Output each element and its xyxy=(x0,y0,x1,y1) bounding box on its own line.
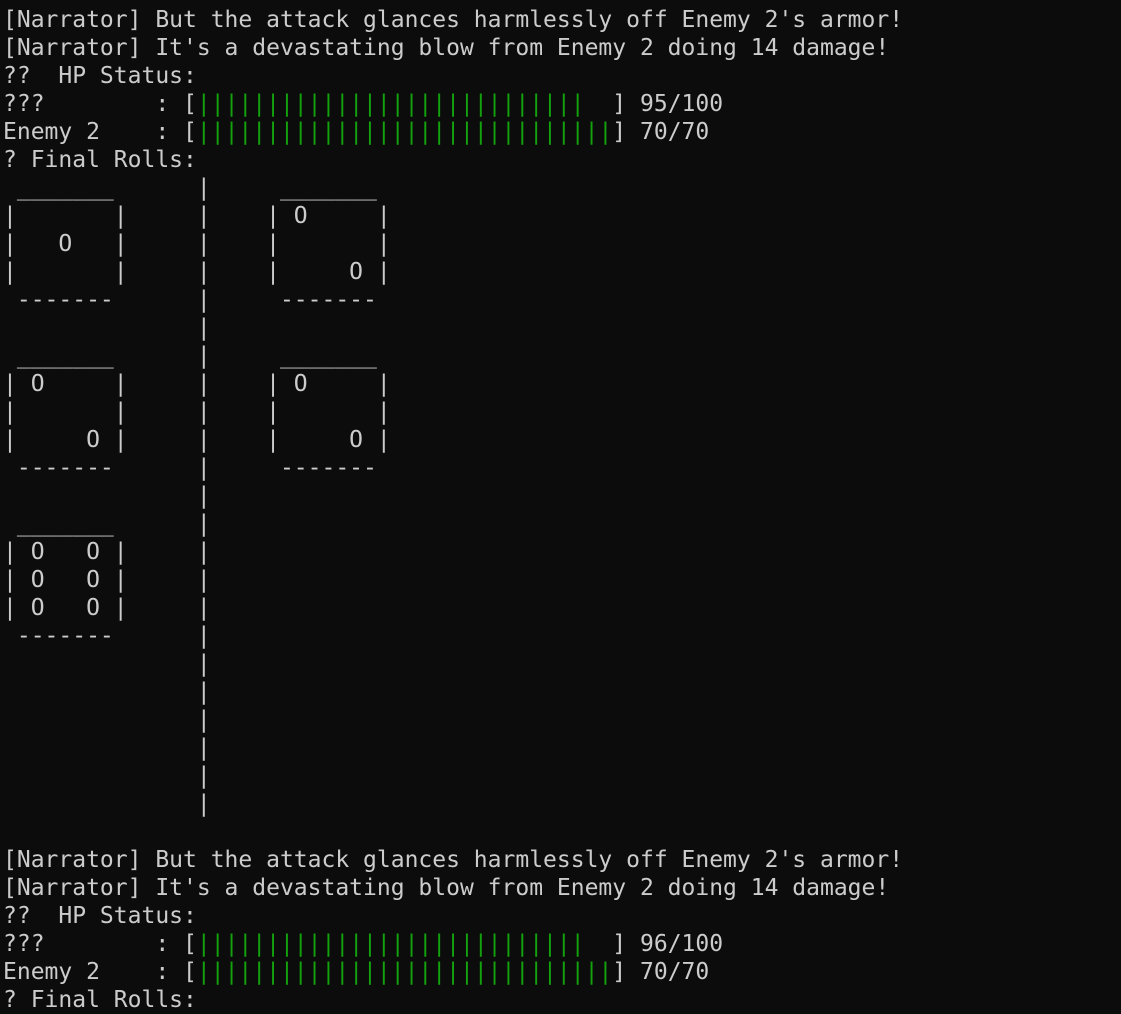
dice-art-line: | O | | | O | xyxy=(3,371,391,397)
narrator-line: [Narrator] It's a devastating blow from … xyxy=(3,35,890,61)
narrator-line: [Narrator] It's a devastating blow from … xyxy=(3,875,890,901)
hp-bar: |||||||||||||||||||||||||||||| xyxy=(196,959,613,985)
dice-art-line: | xyxy=(3,735,211,761)
hp-label: Enemy 2 : [ xyxy=(3,959,197,985)
hp-label: Enemy 2 : [ xyxy=(3,119,197,145)
hp-status-title: ?? HP Status: xyxy=(3,903,197,929)
dice-art-line: | O | | | O | xyxy=(3,427,391,453)
dice-art-line: | xyxy=(3,651,211,677)
dice-art-line: _______ | _______ xyxy=(3,343,377,369)
dice-art-line: | xyxy=(3,707,211,733)
hp-row: Enemy 2 : [|||||||||||||||||||||||||||||… xyxy=(3,118,1121,146)
final-rolls-title: ? Final Rolls: xyxy=(3,147,197,173)
dice-art-line: | | | | O | xyxy=(3,259,391,285)
dice-art-line: ------- | ------- xyxy=(3,287,377,313)
hp-bar: |||||||||||||||||||||||||||||| xyxy=(196,119,613,145)
dice-art-line: | O O | | xyxy=(3,595,211,621)
hp-bar-empty: ] xyxy=(612,959,640,985)
dice-art-line: | | | | | xyxy=(3,399,391,425)
final-rolls-title: ? Final Rolls: xyxy=(3,987,197,1013)
dice-art-line: | O | | | | xyxy=(3,231,391,257)
dice-art-line: | O O | | xyxy=(3,539,211,565)
dice-art-line: ------- | xyxy=(3,623,211,649)
hp-status-title: ?? HP Status: xyxy=(3,63,197,89)
hp-row: ??? : [|||||||||||||||||||||||||||| ] 95… xyxy=(3,90,1121,118)
hp-label: ??? : [ xyxy=(3,931,197,957)
hp-value: 70/70 xyxy=(640,119,710,145)
hp-bar-empty: ] xyxy=(612,119,640,145)
hp-bar: |||||||||||||||||||||||||||| xyxy=(196,931,585,957)
hp-bar: |||||||||||||||||||||||||||| xyxy=(196,91,585,117)
hp-bar-empty: ] xyxy=(584,91,640,117)
hp-label: ??? : [ xyxy=(3,91,197,117)
hp-row: Enemy 2 : [|||||||||||||||||||||||||||||… xyxy=(3,958,1121,986)
dice-art-line: _______ | xyxy=(3,511,211,537)
hp-bar-empty: ] xyxy=(584,931,640,957)
dice-art-line xyxy=(3,818,1121,846)
dice-art-line: | xyxy=(3,791,211,817)
dice-art-line: | O O | | xyxy=(3,567,211,593)
hp-row: ??? : [|||||||||||||||||||||||||||| ] 96… xyxy=(3,930,1121,958)
dice-art-line: | | | | O | xyxy=(3,203,391,229)
narrator-line: [Narrator] But the attack glances harmle… xyxy=(3,847,904,873)
dice-art-line: | xyxy=(3,483,211,509)
terminal-output: [Narrator] But the attack glances harmle… xyxy=(0,0,1121,1014)
hp-value: 96/100 xyxy=(640,931,724,957)
dice-art-line: | xyxy=(3,315,211,341)
hp-value: 70/70 xyxy=(640,959,710,985)
narrator-line: [Narrator] But the attack glances harmle… xyxy=(3,7,904,33)
dice-art-line: _______ | _______ xyxy=(3,175,377,201)
dice-art-line: | xyxy=(3,763,211,789)
dice-art-line: ------- | ------- xyxy=(3,455,377,481)
hp-value: 95/100 xyxy=(640,91,724,117)
dice-art-line: | xyxy=(3,679,211,705)
